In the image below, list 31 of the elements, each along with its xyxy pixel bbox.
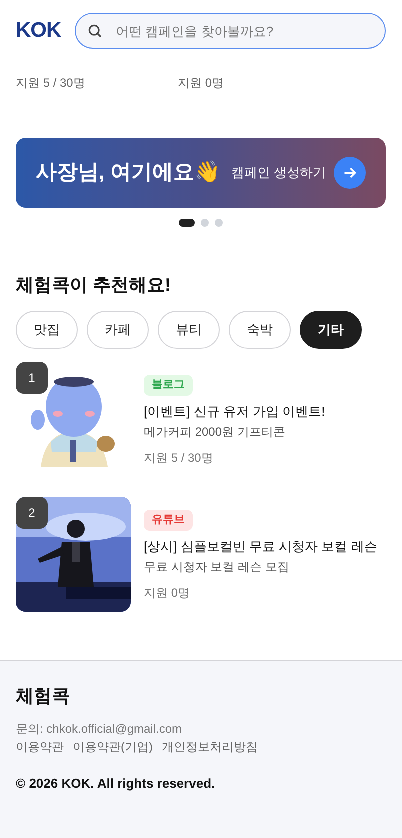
applicant-count: 지원 0명 (178, 75, 226, 92)
banner-action: 캠페인 생성하기 (231, 164, 326, 182)
footer-brand: 체험콕 (16, 685, 71, 708)
category-chip[interactable]: 기타 (300, 311, 362, 349)
search-icon (87, 23, 104, 39)
contact-email: 문의: chkok.official@gmail.com (16, 721, 184, 738)
promo-banner[interactable]: 사장님, 여기에요👋 캠페인 생성하기 (16, 138, 386, 208)
platform-tag: 유튜브 (144, 510, 193, 530)
applicant-count: 지원 5 / 30명 (16, 75, 86, 92)
banner-title: 사장님, 여기에요👋 (36, 160, 221, 186)
category-chip[interactable]: 카페 (87, 311, 149, 349)
applicant-count: 지원 0명 (144, 585, 192, 602)
category-chip[interactable]: 뷰티 (158, 311, 220, 349)
search-field[interactable]: 어떤 캠페인을 찾아볼까요? (75, 13, 386, 49)
category-chip[interactable]: 숙박 (229, 311, 291, 349)
logo[interactable]: KOK (16, 15, 62, 47)
campaign-title[interactable]: [상시] 심플보컬빈 무료 시청자 보컬 레슨 (144, 536, 378, 556)
campaign-subtitle: 무료 시청자 보컬 레슨 모집 (144, 559, 290, 576)
platform-tag: 블로그 (144, 375, 193, 396)
category-chip[interactable]: 맛집 (16, 311, 78, 349)
campaign-title[interactable]: [이벤트] 신규 유저 가입 이벤트! (144, 402, 326, 421)
footer-link[interactable]: 이용약관 (16, 738, 64, 756)
arrow-right-icon (334, 157, 366, 189)
copyright: © 2026 KOK. All rights reserved. (16, 775, 216, 793)
campaign-subtitle: 메가커피 2000원 기프티콘 (144, 424, 286, 441)
applicant-count: 지원 5 / 30명 (144, 450, 214, 467)
rank-badge: 1 (16, 362, 48, 394)
footer-link[interactable]: 이용약관(기업) (73, 738, 153, 756)
section-title: 체험콕이 추천해요! (16, 274, 172, 297)
footer-link[interactable]: 개인정보처리방침 (162, 738, 258, 756)
rank-badge: 2 (16, 497, 48, 529)
